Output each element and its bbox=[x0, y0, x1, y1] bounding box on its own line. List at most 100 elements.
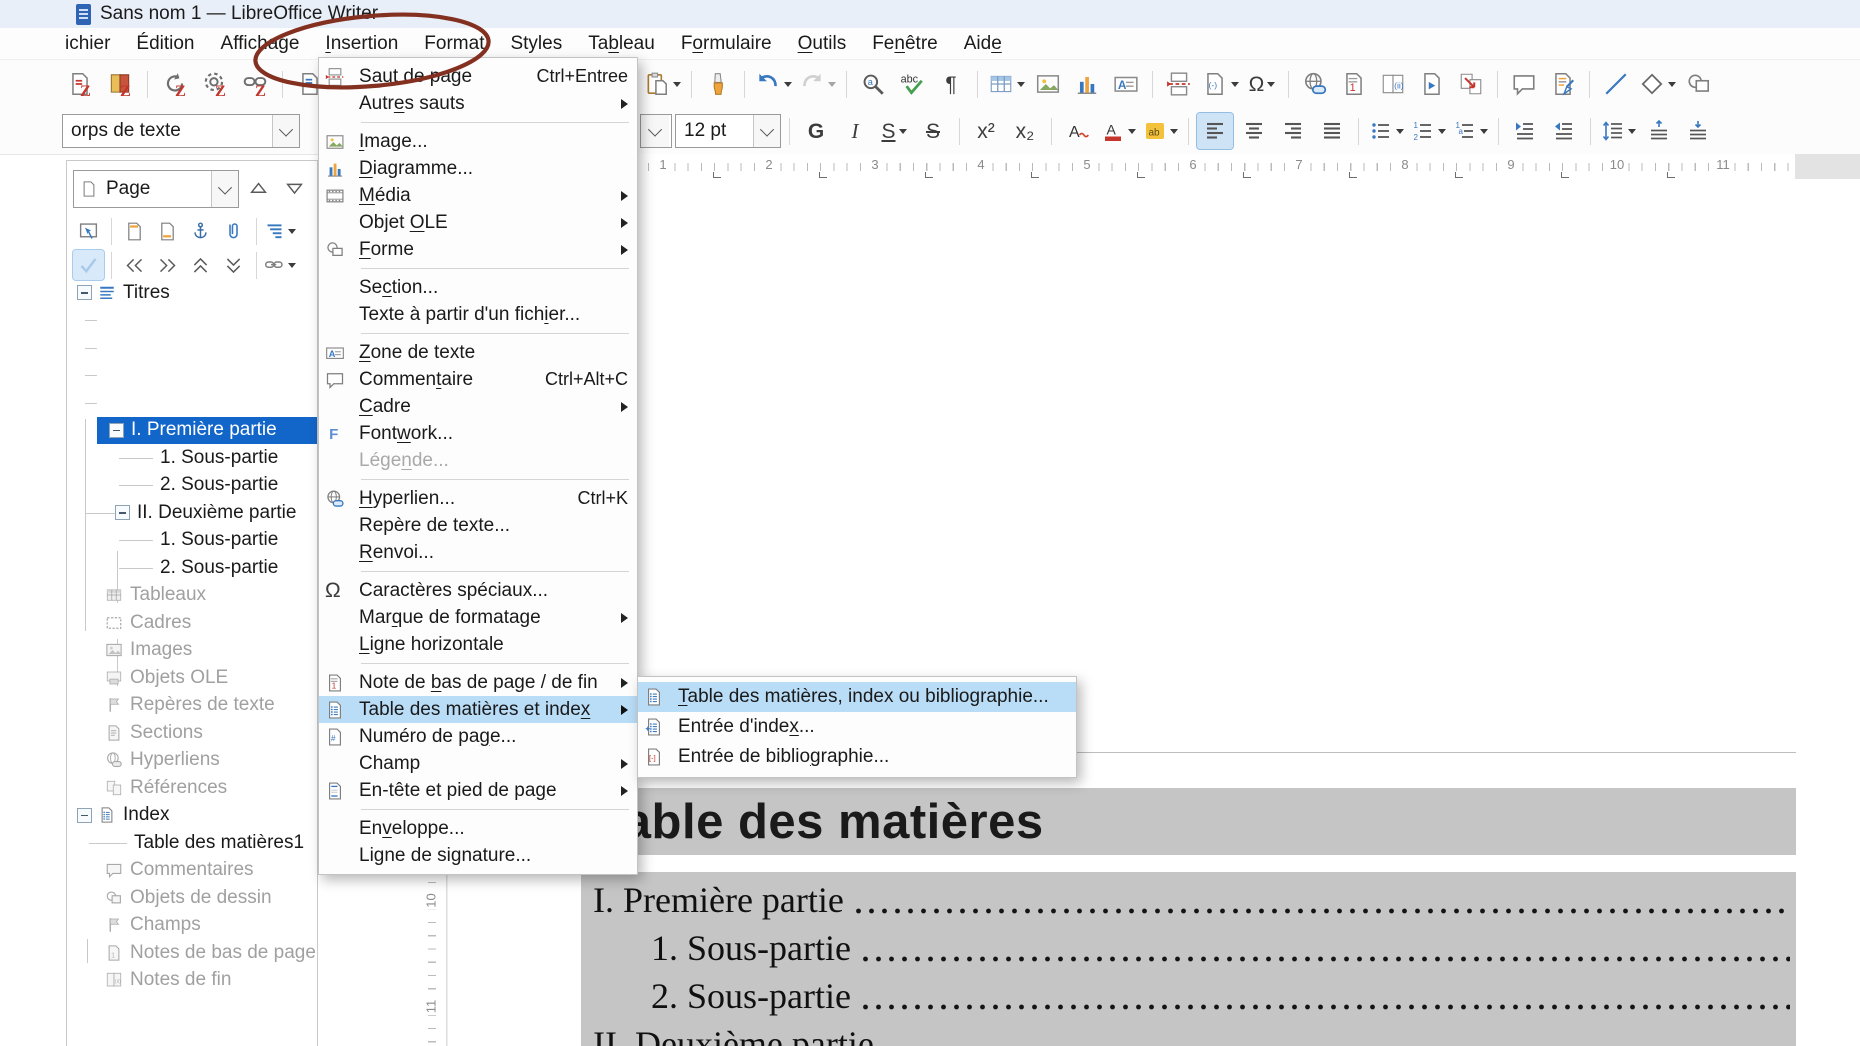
tree-item-references[interactable]: Références bbox=[67, 774, 317, 802]
align-justify-button[interactable] bbox=[1314, 113, 1350, 149]
menu-item-autres-sauts[interactable]: Autres sauts bbox=[319, 90, 637, 117]
tree-item-1-sous-partie[interactable]: 1. Sous-partie bbox=[67, 444, 317, 472]
menu-item-renvoi[interactable]: Renvoi... bbox=[319, 539, 637, 566]
special-character-button[interactable]: Ω bbox=[1244, 66, 1280, 102]
next-page-button[interactable] bbox=[279, 172, 311, 206]
reminder-button[interactable] bbox=[218, 216, 249, 246]
formatting-marks-button[interactable]: ¶ bbox=[933, 66, 969, 102]
tree-item-i-premiere-partie[interactable]: I. Première partie bbox=[97, 417, 317, 445]
superscript-button[interactable]: x² bbox=[968, 113, 1004, 149]
font-size-dropdown-button[interactable] bbox=[753, 115, 780, 147]
back-button[interactable] bbox=[119, 250, 150, 280]
menubar-item-affichage[interactable]: Affichage bbox=[208, 31, 313, 57]
menu-item-fontwork[interactable]: FFontwork... bbox=[319, 420, 637, 447]
font-name-combo-end[interactable] bbox=[640, 114, 672, 148]
highlight-color-button[interactable]: ab bbox=[1141, 113, 1180, 149]
tree-item-tableaux[interactable]: Tableaux bbox=[67, 582, 317, 610]
tree-item-ii-deuxieme-partie[interactable]: II. Deuxième partie bbox=[67, 499, 317, 527]
font-name-dropdown-button[interactable] bbox=[641, 115, 669, 147]
outline-list-button[interactable]: 1a bbox=[1451, 113, 1490, 149]
tree-item-cadres[interactable]: Cadres bbox=[67, 609, 317, 637]
menubar-item-formulaire[interactable]: Formulaire bbox=[668, 31, 785, 57]
drag-mode-button[interactable] bbox=[264, 250, 295, 280]
tree-item-commentaires[interactable]: Commentaires bbox=[67, 857, 317, 885]
insert-hyperlink-button[interactable] bbox=[1297, 66, 1333, 102]
menu-item-objet-ole[interactable]: Objet OLE bbox=[319, 209, 637, 236]
menu-item-commentaire[interactable]: CommentaireCtrl+Alt+C bbox=[319, 366, 637, 393]
menu-item-champ[interactable]: Champ bbox=[319, 750, 637, 777]
zotero-add-bibliography-button[interactable]: Z bbox=[102, 66, 138, 102]
promote-level-button[interactable] bbox=[185, 250, 216, 280]
italic-button[interactable]: I bbox=[837, 113, 873, 149]
menu-item-forme[interactable]: Forme bbox=[319, 236, 637, 263]
menubar-item-fenetre[interactable]: Fenêtre bbox=[859, 31, 951, 57]
menu-item-texte-a-partir-d-un-fichier[interactable]: Texte à partir d'un fichier... bbox=[319, 301, 637, 328]
previous-page-button[interactable] bbox=[243, 172, 275, 206]
menu-item-saut-de-page[interactable]: Saut de pageCtrl+Entree bbox=[319, 63, 637, 90]
menubar-item-edition[interactable]: Édition bbox=[123, 31, 207, 57]
menubar-item-aide[interactable]: Aide bbox=[951, 31, 1015, 57]
menu-item-zone-de-texte[interactable]: AZone de texte bbox=[319, 339, 637, 366]
menu-item-en-tete-et-pied-de-page[interactable]: En-tête et pied de page bbox=[319, 777, 637, 804]
menu-item-section[interactable]: Section... bbox=[319, 274, 637, 301]
menu-item-ligne-de-signature[interactable]: Ligne de signature... bbox=[319, 842, 637, 869]
show-draw-functions-button[interactable] bbox=[1681, 66, 1717, 102]
tree-empty-heading[interactable] bbox=[67, 307, 317, 335]
menu-item-numero-de-page[interactable]: #Numéro de page... bbox=[319, 723, 637, 750]
demote-level-button[interactable] bbox=[218, 250, 249, 280]
tree-item-notes-de-bas-de-page[interactable]: 1Notes de bas de page bbox=[67, 939, 317, 967]
tree-item-images[interactable]: Images bbox=[67, 637, 317, 665]
paragraph-style-combo[interactable]: orps de texte bbox=[62, 114, 300, 148]
strikethrough-button[interactable]: S bbox=[915, 113, 951, 149]
tree-item-titres[interactable]: Titres bbox=[67, 279, 317, 307]
font-color-button[interactable]: A bbox=[1099, 113, 1138, 149]
tree-item-index[interactable]: Index bbox=[67, 802, 317, 830]
menu-item-table-des-matieres-et-index[interactable]: Table des matières et index bbox=[319, 696, 637, 723]
forward-button[interactable] bbox=[152, 250, 183, 280]
font-size-combo[interactable]: 12 pt bbox=[675, 114, 781, 148]
menubar-item-ichier[interactable]: ichier bbox=[62, 31, 123, 57]
align-right-button[interactable] bbox=[1275, 113, 1311, 149]
menubar-item-insertion[interactable]: Insertion bbox=[312, 31, 411, 57]
font-size-combo[interactable]: 12 pt bbox=[675, 114, 781, 148]
collapse-icon[interactable] bbox=[109, 423, 124, 438]
decrease-paragraph-spacing-button[interactable] bbox=[1680, 113, 1716, 149]
menu-item-diagramme[interactable]: Diagramme... bbox=[319, 155, 637, 182]
insert-bookmark-button[interactable] bbox=[1414, 66, 1450, 102]
menu-item-entree-d-index[interactable]: Entrée d'index... bbox=[638, 712, 1076, 742]
subscript-button[interactable]: x₂ bbox=[1007, 113, 1043, 149]
cross-reference-button[interactable] bbox=[1453, 66, 1489, 102]
tree-item-2-sous-partie[interactable]: 2. Sous-partie bbox=[67, 554, 317, 582]
redo-button[interactable] bbox=[797, 66, 838, 102]
document-page[interactable]: Table des matières I. Première partie1. … bbox=[447, 180, 1860, 1046]
menu-item-image[interactable]: Image... bbox=[319, 128, 637, 155]
insert-line-button[interactable] bbox=[1598, 66, 1634, 102]
insert-comment-button[interactable] bbox=[1506, 66, 1542, 102]
menubar-item-outils[interactable]: Outils bbox=[785, 31, 860, 57]
font-name-combo-end[interactable] bbox=[640, 114, 672, 148]
undo-button[interactable] bbox=[753, 66, 794, 102]
menu-item-note-de-bas-de-page-de-fin[interactable]: 1Note de bas de page / de fin bbox=[319, 669, 637, 696]
clear-formatting-button[interactable]: A bbox=[1060, 113, 1096, 149]
tree-item-reperes-de-texte[interactable]: Repères de texte bbox=[67, 692, 317, 720]
align-left-button[interactable] bbox=[1197, 113, 1233, 149]
menu-item-caracteres-speciaux[interactable]: ΩCaractères spéciaux... bbox=[319, 577, 637, 604]
clone-formatting-button[interactable] bbox=[700, 66, 736, 102]
content-view-button[interactable] bbox=[73, 250, 104, 280]
page-break-button[interactable] bbox=[1161, 66, 1197, 102]
insert-field-button[interactable]: (-) bbox=[1200, 66, 1241, 102]
menu-item-entree-de-bibliographie[interactable]: [-]Entrée de bibliographie... bbox=[638, 742, 1076, 772]
bold-button[interactable]: G bbox=[798, 113, 834, 149]
menu-item-ligne-horizontale[interactable]: Ligne horizontale bbox=[319, 631, 637, 658]
menu-item-table-des-matieres-index-ou-bibliographie[interactable]: Table des matières, index ou bibliograph… bbox=[638, 682, 1076, 712]
heading-levels-button[interactable] bbox=[264, 216, 295, 246]
collapse-icon[interactable] bbox=[115, 505, 130, 520]
tree-empty-heading[interactable] bbox=[67, 362, 317, 390]
tree-item-1-sous-partie[interactable]: 1. Sous-partie bbox=[67, 527, 317, 555]
zotero-add-citation-button[interactable]: Z bbox=[62, 66, 98, 102]
find-replace-button[interactable]: a bbox=[855, 66, 891, 102]
menu-item-media[interactable]: Média bbox=[319, 182, 637, 209]
increase-indent-button[interactable] bbox=[1507, 113, 1543, 149]
decrease-indent-button[interactable] bbox=[1546, 113, 1582, 149]
spelling-button[interactable]: abc bbox=[894, 66, 930, 102]
